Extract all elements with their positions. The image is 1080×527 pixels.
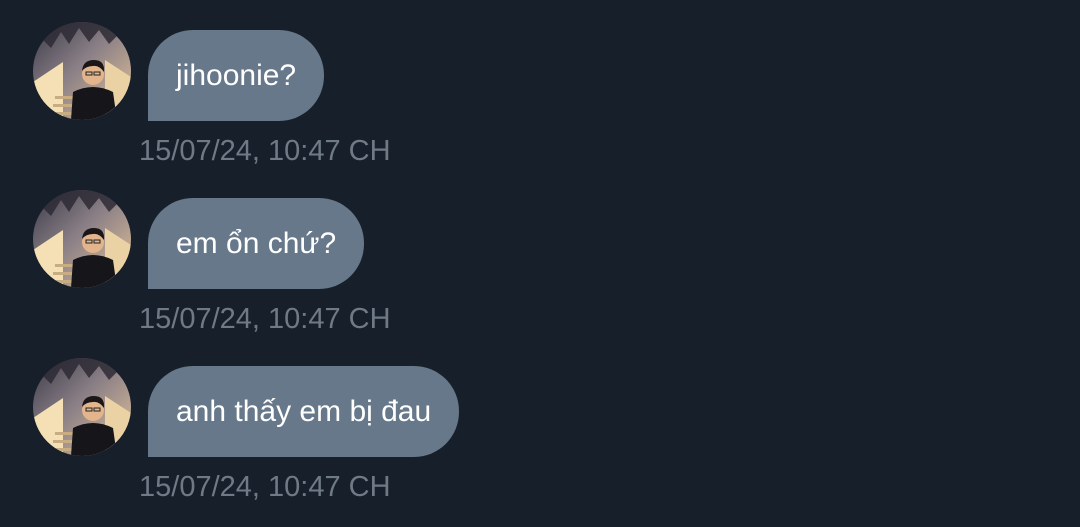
message-bubble[interactable]: em ổn chứ? [148,198,365,289]
message-bubble[interactable]: anh thấy em bị đau [148,366,460,457]
message-thread: jihoonie? 15/07/24, 10:47 CH em ổn chứ? … [0,0,1080,527]
avatar[interactable] [33,22,131,120]
message-timestamp: 15/07/24, 10:47 CH [139,135,391,167]
avatar-photo-icon [33,22,131,120]
avatar[interactable] [33,358,131,456]
message-row: anh thấy em bị đau 15/07/24, 10:47 CH [0,336,1080,504]
message-row: em ổn chứ? 15/07/24, 10:47 CH [0,168,1080,336]
message-row: jihoonie? 15/07/24, 10:47 CH [0,0,1080,168]
avatar[interactable] [33,190,131,288]
avatar-photo-icon [33,190,131,288]
message-timestamp: 15/07/24, 10:47 CH [139,303,391,335]
message-timestamp: 15/07/24, 10:47 CH [139,471,391,503]
avatar-photo-icon [33,358,131,456]
message-bubble[interactable]: jihoonie? [148,30,325,121]
